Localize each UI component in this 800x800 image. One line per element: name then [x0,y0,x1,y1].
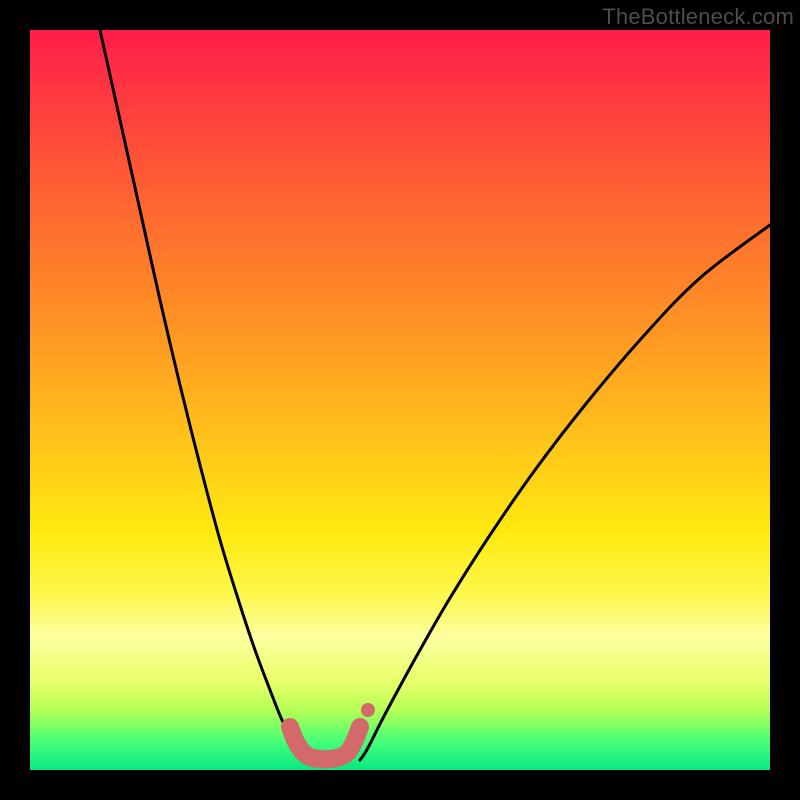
watermark-text: TheBottleneck.com [602,4,794,30]
valley-u-marker [290,727,360,759]
chart-svg [30,30,770,770]
left-bottleneck-curve [100,30,310,760]
valley-dot-marker [361,703,375,717]
chart-frame [30,30,770,770]
right-bottleneck-curve [360,225,770,760]
